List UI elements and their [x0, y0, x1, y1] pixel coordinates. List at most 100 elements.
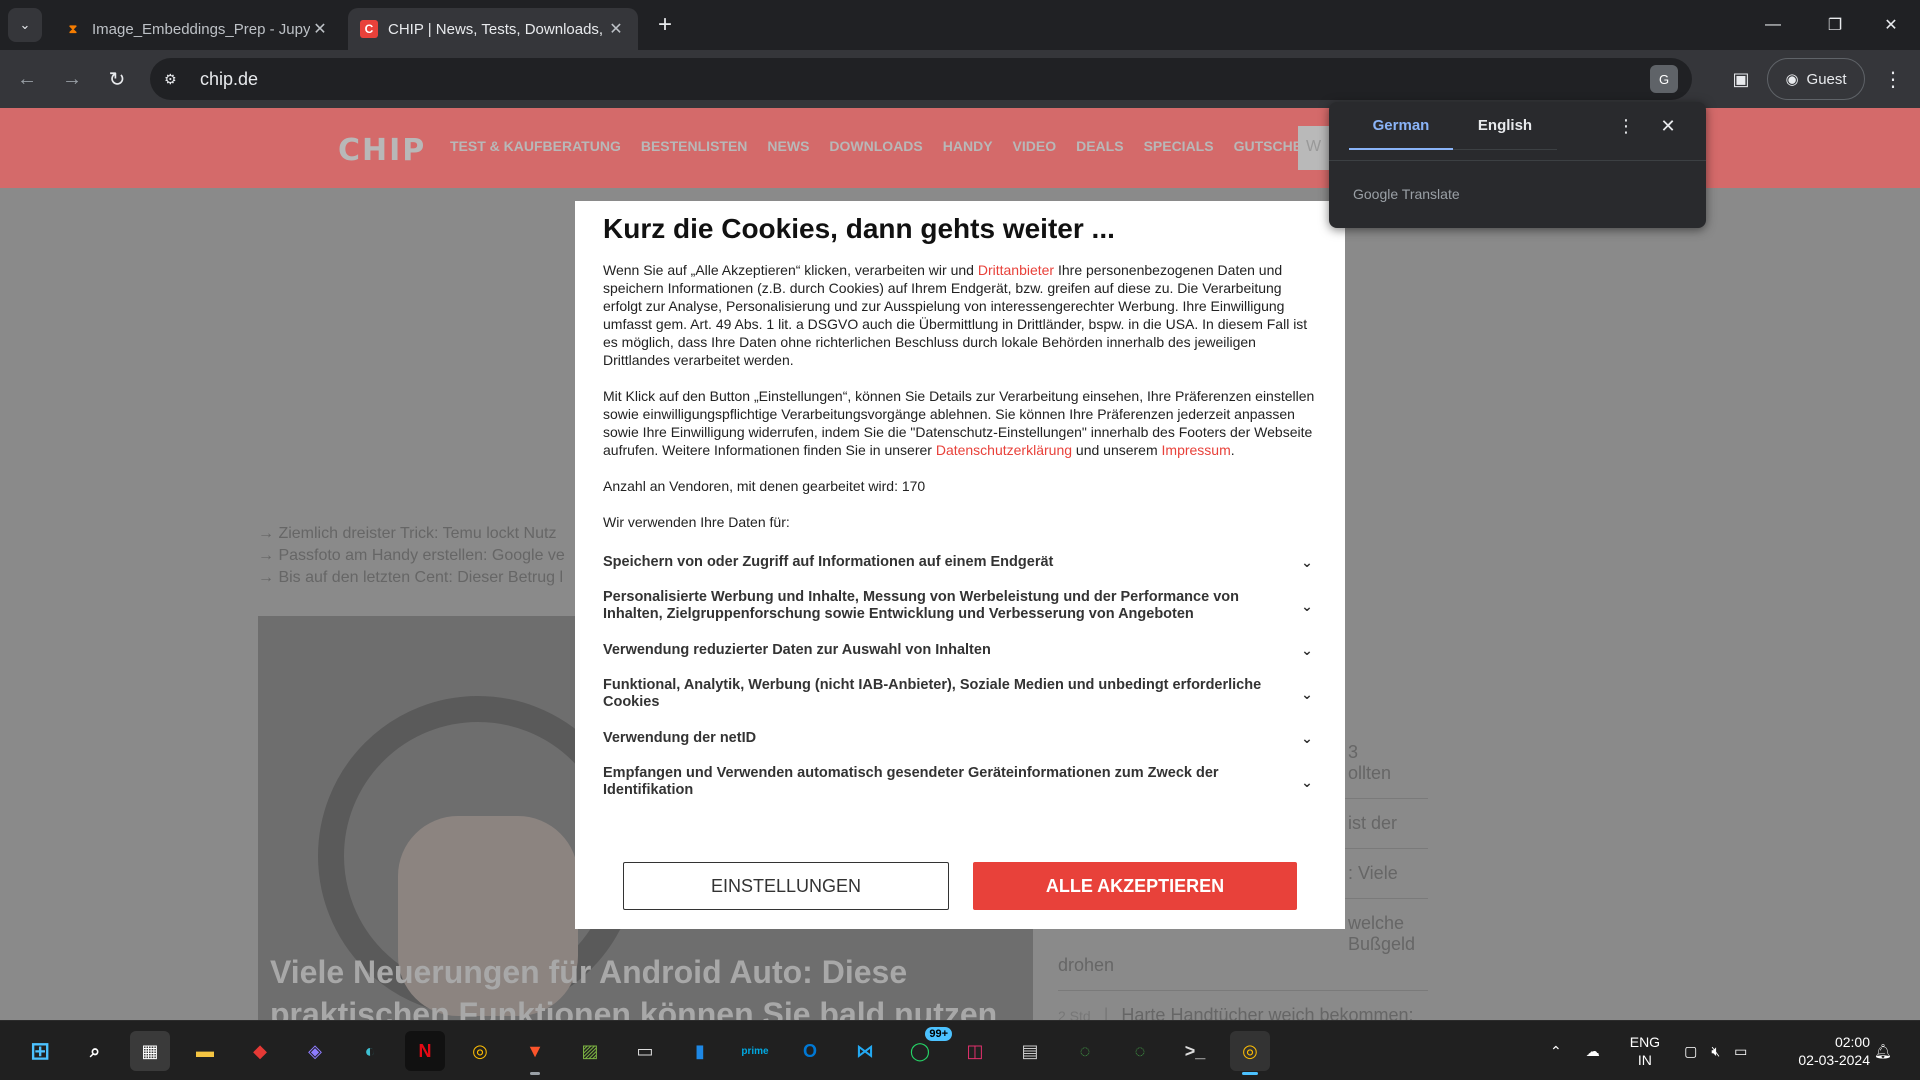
close-tab-icon[interactable]: ✕	[606, 19, 626, 39]
app-blue-icon[interactable]: ▮	[680, 1031, 720, 1071]
url-text: chip.de	[200, 68, 259, 89]
hero-headline[interactable]: Viele Neuerungen für Android Auto: Diese…	[270, 951, 1010, 1020]
chevron-up-icon[interactable]: ⌃	[1550, 1043, 1562, 1060]
windows-start-icon[interactable]: ⊞	[20, 1031, 60, 1071]
terminal-icon[interactable]: >_	[1175, 1031, 1215, 1071]
windows-taskbar: ⊞ ⌕ ▦ ▬ ◆ ◈ ◐ N ◎ ▼ ▨ ▭ ▮ prime O ⋈ ◯ 99+…	[0, 1020, 1920, 1080]
side-article-tail: Bußgeld	[1348, 934, 1416, 954]
profile-button[interactable]: ◉ Guest	[1767, 58, 1865, 100]
nav-item[interactable]: HANDY	[943, 138, 993, 154]
store-icon[interactable]: ▦	[130, 1031, 170, 1071]
loading-app-icon[interactable]: ◌	[1065, 1031, 1105, 1071]
address-bar[interactable]: ⚙ chip.de G	[150, 58, 1692, 100]
tab-chip[interactable]: C CHIP | News, Tests, Downloads, ✕	[348, 8, 638, 50]
display-icon[interactable]: ▢	[1684, 1043, 1697, 1060]
running-indicator	[530, 1072, 540, 1075]
more-options-icon[interactable]: ⋮	[1614, 114, 1638, 138]
purpose-item[interactable]: Speichern von oder Zugriff auf Informati…	[603, 549, 1317, 575]
loading-app-icon-2[interactable]: ◌	[1120, 1031, 1160, 1071]
tab-jupyter[interactable]: ⧗ Image_Embeddings_Prep - Jupy ✕	[52, 8, 342, 50]
purpose-item[interactable]: Empfangen und Verwenden automatisch gese…	[603, 765, 1317, 799]
side-article[interactable]: 2 Std | Harte Handtücher weich bekommen:…	[1058, 991, 1428, 1020]
purpose-label: Speichern von oder Zugriff auf Informati…	[603, 553, 1054, 570]
chevron-down-icon[interactable]: ⌄	[1297, 598, 1317, 615]
minimize-button[interactable]: —	[1750, 0, 1796, 50]
chevron-down-icon[interactable]: ⌄	[1297, 554, 1317, 571]
reload-button[interactable]: ↻	[100, 62, 134, 96]
side-article-text: ist der	[1348, 813, 1398, 833]
close-tab-icon[interactable]: ✕	[310, 19, 330, 39]
chrome-icon[interactable]: ◎	[460, 1031, 500, 1071]
translate-icon[interactable]: G	[1650, 65, 1678, 93]
battery-icon[interactable]: ▭	[1734, 1043, 1747, 1060]
purpose-item[interactable]: Personalisierte Werbung und Inhalte, Mes…	[603, 589, 1317, 623]
nav-item[interactable]: TEST & KAUFBERATUNG	[450, 138, 621, 154]
cookie-consent-dialog: Kurz die Cookies, dann gehts weiter ... …	[575, 201, 1345, 929]
image-viewer-icon[interactable]: ▨	[570, 1031, 610, 1071]
close-icon[interactable]: ✕	[1656, 114, 1680, 138]
nav-item[interactable]: DEALS	[1076, 138, 1123, 154]
nav-item[interactable]: BESTENLISTEN	[641, 138, 748, 154]
settings-button[interactable]: EINSTELLUNGEN	[623, 862, 949, 910]
nav-item[interactable]: VIDEO	[1013, 138, 1057, 154]
dialog-title: Kurz die Cookies, dann gehts weiter ...	[603, 213, 1115, 244]
outlook-icon[interactable]: O	[790, 1031, 830, 1071]
close-window-button[interactable]: ✕	[1868, 0, 1914, 50]
running-indicator	[1242, 1072, 1258, 1075]
file-explorer-icon[interactable]: ▬	[185, 1031, 225, 1071]
vscode-icon[interactable]: ⋈	[845, 1031, 885, 1071]
copilot-icon[interactable]: ◈	[295, 1031, 335, 1071]
teaser-link[interactable]: → Passfoto am Handy erstellen: Google ve	[258, 545, 565, 567]
chevron-down-icon[interactable]: ⌄	[1297, 686, 1317, 703]
prime-video-icon[interactable]: prime	[735, 1031, 775, 1071]
clock[interactable]: 02:00 02-03-2024	[1780, 1033, 1870, 1069]
restore-button[interactable]: ❐	[1812, 0, 1858, 50]
purpose-label: Personalisierte Werbung und Inhalte, Mes…	[603, 589, 1239, 622]
tab-target-language[interactable]: English	[1453, 102, 1557, 150]
privacy-policy-link[interactable]: Datenschutzerklärung	[936, 442, 1072, 458]
site-logo[interactable]: CHIP	[338, 133, 426, 168]
imprint-link[interactable]: Impressum	[1162, 442, 1231, 458]
notification-bell-icon[interactable]: 🔔︎	[1874, 1021, 1892, 1080]
language-indicator[interactable]: ENG IN	[1630, 1033, 1660, 1069]
translate-brand: Google Translate	[1353, 186, 1460, 202]
side-panel-button[interactable]: ▣	[1724, 62, 1758, 96]
browser-menu-button[interactable]: ⋮	[1876, 62, 1910, 96]
volume-muted-icon[interactable]: 🔇︎	[1711, 1043, 1720, 1060]
purpose-item[interactable]: Verwendung der netID ⌄	[603, 725, 1317, 751]
divider	[1329, 160, 1706, 161]
system-tray: ⌃ ☁ ENG IN ▢ 🔇︎ ▭	[1550, 1021, 1747, 1080]
terminal-window-icon[interactable]: ▭	[625, 1031, 665, 1071]
chevron-down-icon[interactable]: ⌄	[1297, 642, 1317, 659]
nav-item[interactable]: SPECIALS	[1144, 138, 1214, 154]
app-red-icon[interactable]: ◆	[240, 1031, 280, 1071]
cloud-icon[interactable]: ☁	[1586, 1043, 1600, 1060]
purpose-item[interactable]: Verwendung reduzierter Daten zur Auswahl…	[603, 637, 1317, 663]
accept-all-button[interactable]: ALLE AKZEPTIEREN	[973, 862, 1297, 910]
new-tab-button[interactable]: +	[650, 10, 680, 40]
purpose-item[interactable]: Funktional, Analytik, Werbung (nicht IAB…	[603, 677, 1317, 711]
teaser-link[interactable]: → Ziemlich dreister Trick: Temu lockt Nu…	[258, 523, 565, 545]
purpose-label: Funktional, Analytik, Werbung (nicht IAB…	[603, 677, 1262, 710]
chrome-active-icon[interactable]: ◎	[1230, 1031, 1270, 1075]
whatsapp-icon[interactable]: ◯ 99+	[900, 1027, 952, 1071]
forward-button[interactable]: →	[55, 62, 89, 96]
tab-source-language[interactable]: German	[1349, 102, 1453, 150]
nav-item[interactable]: DOWNLOADS	[829, 138, 922, 154]
teaser-link[interactable]: → Bis auf den letzten Cent: Dieser Betru…	[258, 567, 565, 589]
netflix-icon[interactable]: N	[405, 1031, 445, 1071]
instagram-icon[interactable]: ◫	[955, 1031, 995, 1071]
back-button[interactable]: ←	[10, 62, 44, 96]
brave-icon[interactable]: ▼	[515, 1031, 555, 1075]
third-party-link[interactable]: Drittanbieter	[978, 262, 1054, 278]
site-info-icon[interactable]: ⚙	[164, 71, 186, 88]
tab-search-button[interactable]: ⌄	[8, 8, 42, 42]
chevron-down-icon[interactable]: ⌄	[1297, 774, 1317, 791]
app-window-icon[interactable]: ▤	[1010, 1031, 1050, 1071]
consent-paragraph: Wenn Sie auf „Alle Akzeptieren“ klicken,…	[603, 261, 1317, 369]
chevron-down-icon[interactable]: ⌄	[1297, 730, 1317, 747]
article-time: 2 Std	[1058, 1008, 1091, 1020]
nav-item[interactable]: NEWS	[767, 138, 809, 154]
edge-icon[interactable]: ◐	[350, 1031, 390, 1071]
search-icon[interactable]: ⌕	[75, 1031, 115, 1071]
